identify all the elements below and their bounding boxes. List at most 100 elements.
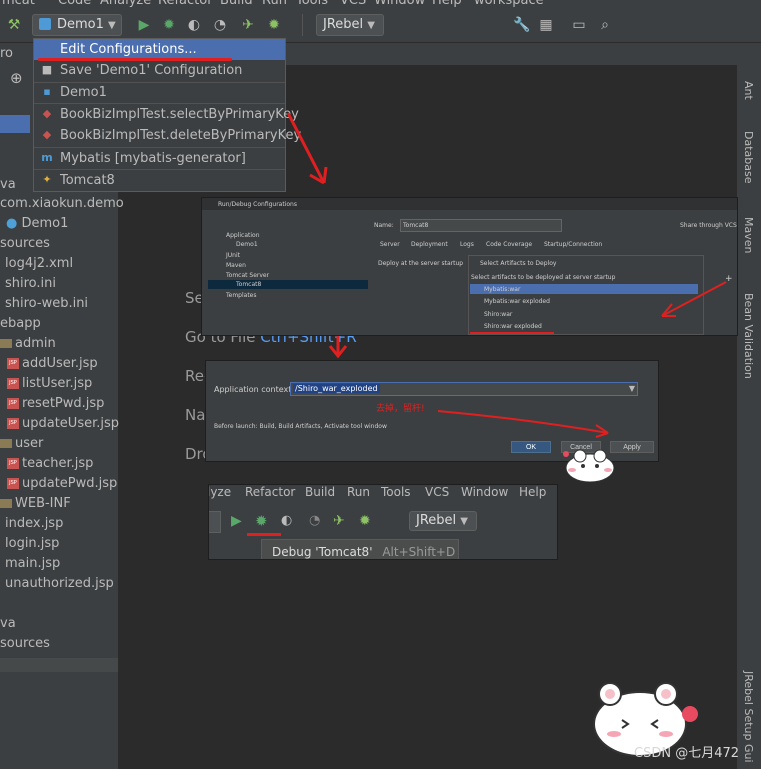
tree-item[interactable]: Demo1: [236, 241, 258, 248]
menu-item[interactable]: Run: [347, 485, 370, 499]
menu-item[interactable]: Window: [374, 0, 425, 8]
menu-item[interactable]: Build: [220, 0, 253, 8]
menu-item[interactable]: Refactor: [158, 0, 213, 8]
deploy-label: Deploy at the server startup: [378, 260, 464, 267]
tree-item[interactable]: Templates: [226, 292, 257, 299]
tab[interactable]: Logs: [460, 241, 474, 248]
tab[interactable]: Server: [380, 241, 400, 248]
artifact-item[interactable]: Shiro:war exploded: [484, 323, 542, 330]
hammer-icon[interactable]: ⚒: [6, 17, 22, 33]
menu-item[interactable]: Window: [461, 485, 508, 499]
tree-item[interactable]: Maven: [226, 262, 246, 269]
tree-item[interactable]: ● Demo1: [6, 216, 68, 231]
tree-item[interactable]: JSP resetPwd.jsp: [7, 396, 104, 411]
tool-tab-bean-validation[interactable]: Bean Validation: [742, 293, 755, 379]
run-icon[interactable]: ▶: [231, 513, 242, 529]
tree-item[interactable]: com.xiaokun.demo: [0, 196, 124, 211]
debug-icon[interactable]: ✹: [255, 512, 268, 530]
tree-item[interactable]: shiro-web.ini: [5, 296, 88, 311]
chevron-down-icon[interactable]: ▼: [629, 384, 635, 393]
jsp-icon: JSP: [7, 458, 19, 469]
tab[interactable]: Deployment: [411, 241, 448, 248]
jrebel-debug-icon[interactable]: ✹: [266, 17, 282, 33]
tree-item[interactable]: Tomcat Server: [226, 272, 269, 279]
menu-item[interactable]: mcat: [2, 0, 35, 8]
tree-item[interactable]: JSP updateUser.jsp: [7, 416, 119, 431]
menu-item[interactable]: Run: [262, 0, 287, 8]
menu-item[interactable]: Code: [58, 0, 91, 8]
tree-item[interactable]: va: [0, 616, 16, 631]
tree-item[interactable]: main.jsp: [5, 556, 60, 571]
menu-item[interactable]: Tools: [296, 0, 328, 8]
menu-item[interactable]: VCS: [340, 0, 366, 8]
before-launch[interactable]: Before launch: Build, Build Artifacts, A…: [214, 423, 387, 430]
menu-item[interactable]: Tools: [381, 485, 411, 499]
test-icon: ◆: [42, 107, 52, 120]
dropdown-item-test-delete[interactable]: ◆ BookBizImplTest.deleteByPrimaryKey: [34, 125, 301, 146]
project-structure-icon[interactable]: ▦: [538, 17, 554, 33]
tree-item[interactable]: index.jsp: [5, 516, 63, 531]
dropdown-item-tomcat8[interactable]: ✦ Tomcat8: [34, 170, 285, 191]
tree-item[interactable]: sources: [0, 636, 50, 651]
menu-item[interactable]: VCS: [425, 485, 449, 499]
menu-item[interactable]: Build: [305, 485, 335, 499]
run-config-combo[interactable]: Demo1 ▼: [32, 14, 122, 36]
tree-item[interactable]: unauthorized.jsp: [5, 576, 114, 591]
tree-item[interactable]: ebapp: [0, 316, 41, 331]
tree-item[interactable]: JSP listUser.jsp: [7, 376, 92, 391]
tool-tab-ant[interactable]: Ant: [742, 81, 755, 100]
dropdown-item-save-config[interactable]: ■ Save 'Demo1' Configuration: [34, 60, 285, 81]
menu-item[interactable]: Help: [519, 485, 546, 499]
tool-tab-jrebel[interactable]: JRebel Setup Gui: [742, 671, 755, 763]
tree-item[interactable]: user: [0, 436, 43, 451]
tree-item[interactable]: shiro.ini: [5, 276, 56, 291]
tree-item[interactable]: Application: [226, 232, 260, 239]
tree-item[interactable]: JSP teacher.jsp: [7, 456, 93, 471]
locate-icon[interactable]: ⊕: [10, 69, 23, 87]
dropdown-item-edit-configurations[interactable]: Edit Configurations...: [34, 39, 285, 60]
dropdown-item-mybatis[interactable]: m Mybatis [mybatis-generator]: [34, 148, 285, 169]
coverage-icon[interactable]: ◐: [186, 17, 202, 33]
tree-item[interactable]: log4j2.xml: [5, 256, 73, 271]
menu-item[interactable]: Analyze: [100, 0, 151, 8]
terminal-icon[interactable]: ▭: [571, 17, 587, 33]
combo-edge[interactable]: [209, 511, 221, 533]
jrebel-run-icon[interactable]: ✈: [333, 513, 345, 529]
profile-icon[interactable]: ◔: [212, 17, 228, 33]
jsp-icon: JSP: [7, 358, 19, 369]
tree-item[interactable]: admin: [0, 336, 56, 351]
artifact-item[interactable]: Mybatis:war exploded: [484, 298, 550, 305]
tool-tab-maven[interactable]: Maven: [742, 217, 755, 253]
dropdown-item-demo1[interactable]: ▪ Demo1: [34, 82, 285, 103]
dropdown-item-test-select[interactable]: ◆ BookBizImplTest.selectByPrimaryKey: [34, 104, 299, 125]
profile-icon[interactable]: ◔: [309, 513, 320, 528]
tree-item[interactable]: sources: [0, 236, 50, 251]
tree-item[interactable]: JSP updatePwd.jsp: [7, 476, 117, 491]
menu-item[interactable]: Help: [432, 0, 462, 8]
tool-tab-database[interactable]: Database: [742, 131, 755, 184]
menu-item[interactable]: workspace: [474, 0, 544, 8]
wrench-icon[interactable]: 🔧: [513, 17, 530, 33]
menu-item[interactable]: lyze: [209, 485, 231, 499]
jrebel-run-icon[interactable]: ✈: [240, 17, 256, 33]
tree-item[interactable]: login.jsp: [5, 536, 59, 551]
context-input[interactable]: /Shiro_war_exploded ▼: [290, 382, 638, 396]
tree-item[interactable]: WEB-INF: [0, 496, 71, 511]
run-icon[interactable]: ▶: [136, 17, 152, 33]
ok-button[interactable]: OK: [511, 441, 551, 453]
jrebel-combo[interactable]: JRebel ▼: [409, 511, 477, 531]
tab[interactable]: Startup/Connection: [544, 241, 602, 248]
artifact-item[interactable]: Mybatis:war: [484, 286, 520, 293]
debug-icon[interactable]: ✹: [161, 17, 177, 33]
tree-item[interactable]: JUnit: [226, 252, 240, 259]
tree-item[interactable]: va: [0, 177, 16, 192]
tab[interactable]: Code Coverage: [486, 241, 532, 248]
jrebel-combo[interactable]: JRebel ▼: [316, 14, 384, 36]
search-icon[interactable]: ⌕: [597, 17, 613, 33]
tree-item[interactable]: JSP addUser.jsp: [7, 356, 98, 371]
coverage-icon[interactable]: ◐: [281, 513, 292, 528]
artifact-item[interactable]: Shiro:war: [484, 311, 512, 318]
jrebel-debug-icon[interactable]: ✹: [359, 513, 371, 529]
tree-item[interactable]: Tomcat8: [236, 281, 261, 288]
menu-item[interactable]: Refactor: [245, 485, 295, 499]
